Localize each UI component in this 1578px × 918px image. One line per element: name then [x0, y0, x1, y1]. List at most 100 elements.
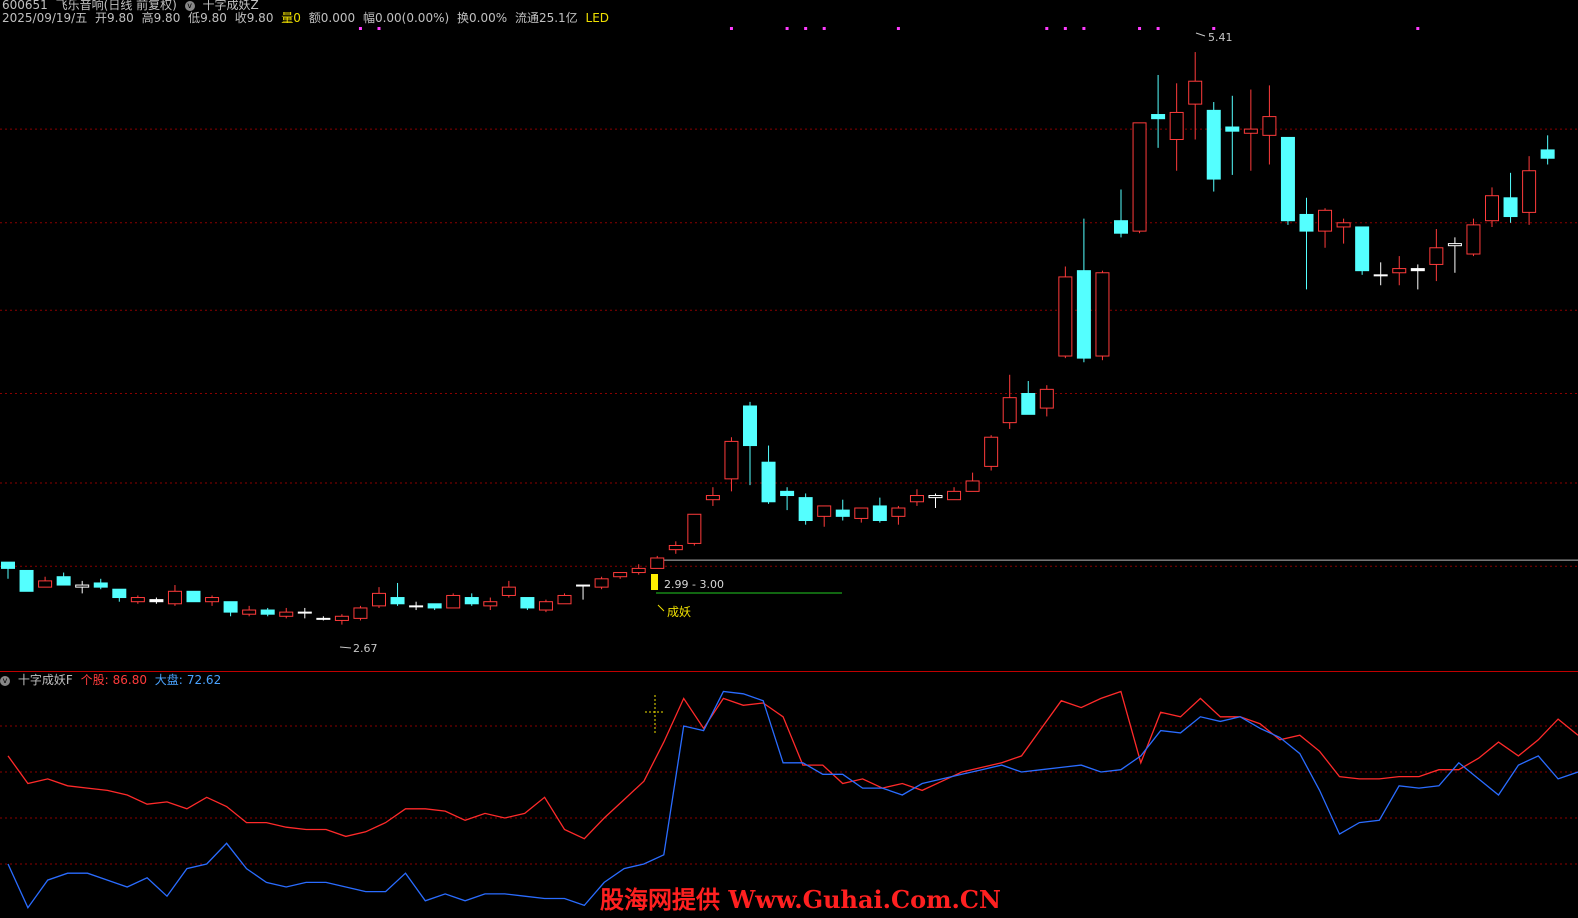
candle-body	[1503, 197, 1518, 218]
candle-body	[112, 588, 127, 599]
signal-dot	[804, 27, 808, 30]
candle-body	[724, 440, 739, 480]
candle-body	[1002, 397, 1017, 424]
candle-body	[316, 617, 331, 620]
low: 低9.80	[188, 11, 227, 25]
candle-body	[75, 584, 90, 588]
close: 收9.80	[234, 11, 274, 25]
annotations: 5.41 2.67 2.99 - 3.00 成妖	[339, 31, 1233, 735]
candle-body	[334, 615, 349, 621]
candle-body	[928, 495, 943, 499]
candle-body	[1392, 268, 1407, 274]
signal-dot	[785, 27, 789, 30]
candle-body	[38, 580, 53, 588]
candle-body	[19, 569, 34, 592]
candle-body	[56, 576, 71, 586]
candle-body	[427, 603, 442, 609]
stock-label: 个股:	[80, 673, 109, 687]
candle-body	[1299, 213, 1314, 232]
low-label: 2.67	[353, 642, 378, 655]
candle-body	[1021, 393, 1036, 415]
date: 2025/09/19/五	[2, 11, 88, 25]
candle-body	[242, 609, 257, 615]
sub-indicator-chevron-icon[interactable]: v	[0, 675, 10, 686]
candle-body	[687, 513, 702, 544]
signal-dot	[1045, 27, 1049, 30]
high: 高9.80	[141, 11, 181, 25]
signal-dot	[1138, 27, 1142, 30]
candle-body	[798, 497, 813, 522]
signal-dot	[1156, 27, 1160, 30]
signal-dot	[1212, 27, 1216, 30]
turnover: 换0.00%	[457, 11, 508, 25]
signal-dots	[358, 27, 1420, 30]
candle-body	[1355, 226, 1370, 272]
candle-body	[1447, 243, 1462, 247]
signal-arrow	[657, 604, 665, 612]
candle-body	[668, 544, 683, 551]
signal-dot	[729, 27, 733, 30]
market-value: 72.62	[186, 673, 222, 687]
candle-body	[891, 507, 906, 517]
candle-body	[872, 505, 887, 522]
candle-body	[390, 597, 405, 605]
market-label: 大盘:	[154, 673, 183, 687]
candle-body	[650, 557, 665, 569]
signal-dot	[1416, 27, 1420, 30]
candle-body	[1318, 209, 1333, 232]
candle-body	[1243, 128, 1258, 134]
stock-value: 86.80	[112, 673, 147, 687]
candle-body	[1169, 111, 1184, 141]
candle-body	[947, 490, 962, 501]
candle-body	[631, 567, 646, 574]
series-market-line	[7, 690, 1578, 909]
candle-body	[1151, 114, 1166, 120]
candle-body	[705, 495, 720, 501]
candle-body	[353, 607, 368, 619]
signal-dot	[822, 27, 826, 30]
candle-body	[1410, 268, 1425, 272]
watermark: 股海网提供 Www.Guhai.Com.CN	[600, 885, 1001, 914]
range-label: 2.99 - 3.00	[664, 578, 724, 591]
sub-header: v 十字成妖F 个股: 86.80 大盘: 72.62	[0, 673, 225, 687]
sub-indicator-name[interactable]: 十字成妖F	[18, 673, 73, 687]
candle-body	[446, 594, 461, 609]
candle-body	[1076, 270, 1091, 359]
open: 开9.80	[95, 11, 134, 25]
series-stock-line	[7, 690, 1578, 840]
candle-body	[780, 490, 795, 497]
candle-body	[1095, 272, 1110, 357]
candle-body	[167, 590, 182, 605]
candle-body	[984, 436, 999, 467]
chart-canvas: 5.41 2.67 2.99 - 3.00 成妖	[0, 27, 1578, 909]
change: 幅0.00(0.00%)	[362, 11, 450, 25]
candle-body	[186, 590, 201, 603]
candle-body	[93, 582, 108, 588]
candle-body	[835, 509, 850, 517]
candle-body	[483, 601, 498, 607]
candle-body	[817, 505, 832, 517]
candle-body	[501, 586, 516, 596]
high-label: 5.41	[1208, 31, 1233, 44]
candle-body	[965, 480, 980, 492]
candle-body	[1466, 224, 1481, 255]
candle-body	[223, 601, 238, 613]
candle-body	[130, 597, 145, 603]
candle-body	[1262, 116, 1277, 136]
candle-body	[149, 599, 164, 603]
range-marker	[651, 574, 658, 590]
candle-body	[260, 609, 275, 615]
float-cap: 流通25.1亿	[514, 11, 578, 25]
candle-body	[1429, 247, 1444, 265]
signal-dot	[1082, 27, 1086, 30]
candle-body	[205, 597, 220, 603]
candle-body	[854, 507, 869, 519]
candle-body	[464, 597, 479, 605]
indicator-chevron-icon[interactable]: v	[184, 0, 195, 11]
candle-body	[372, 592, 386, 607]
candle-body	[520, 597, 535, 609]
candle-body	[1206, 109, 1221, 180]
candle-body	[279, 611, 294, 617]
candle-body	[538, 601, 553, 611]
candle-body	[1, 561, 15, 569]
